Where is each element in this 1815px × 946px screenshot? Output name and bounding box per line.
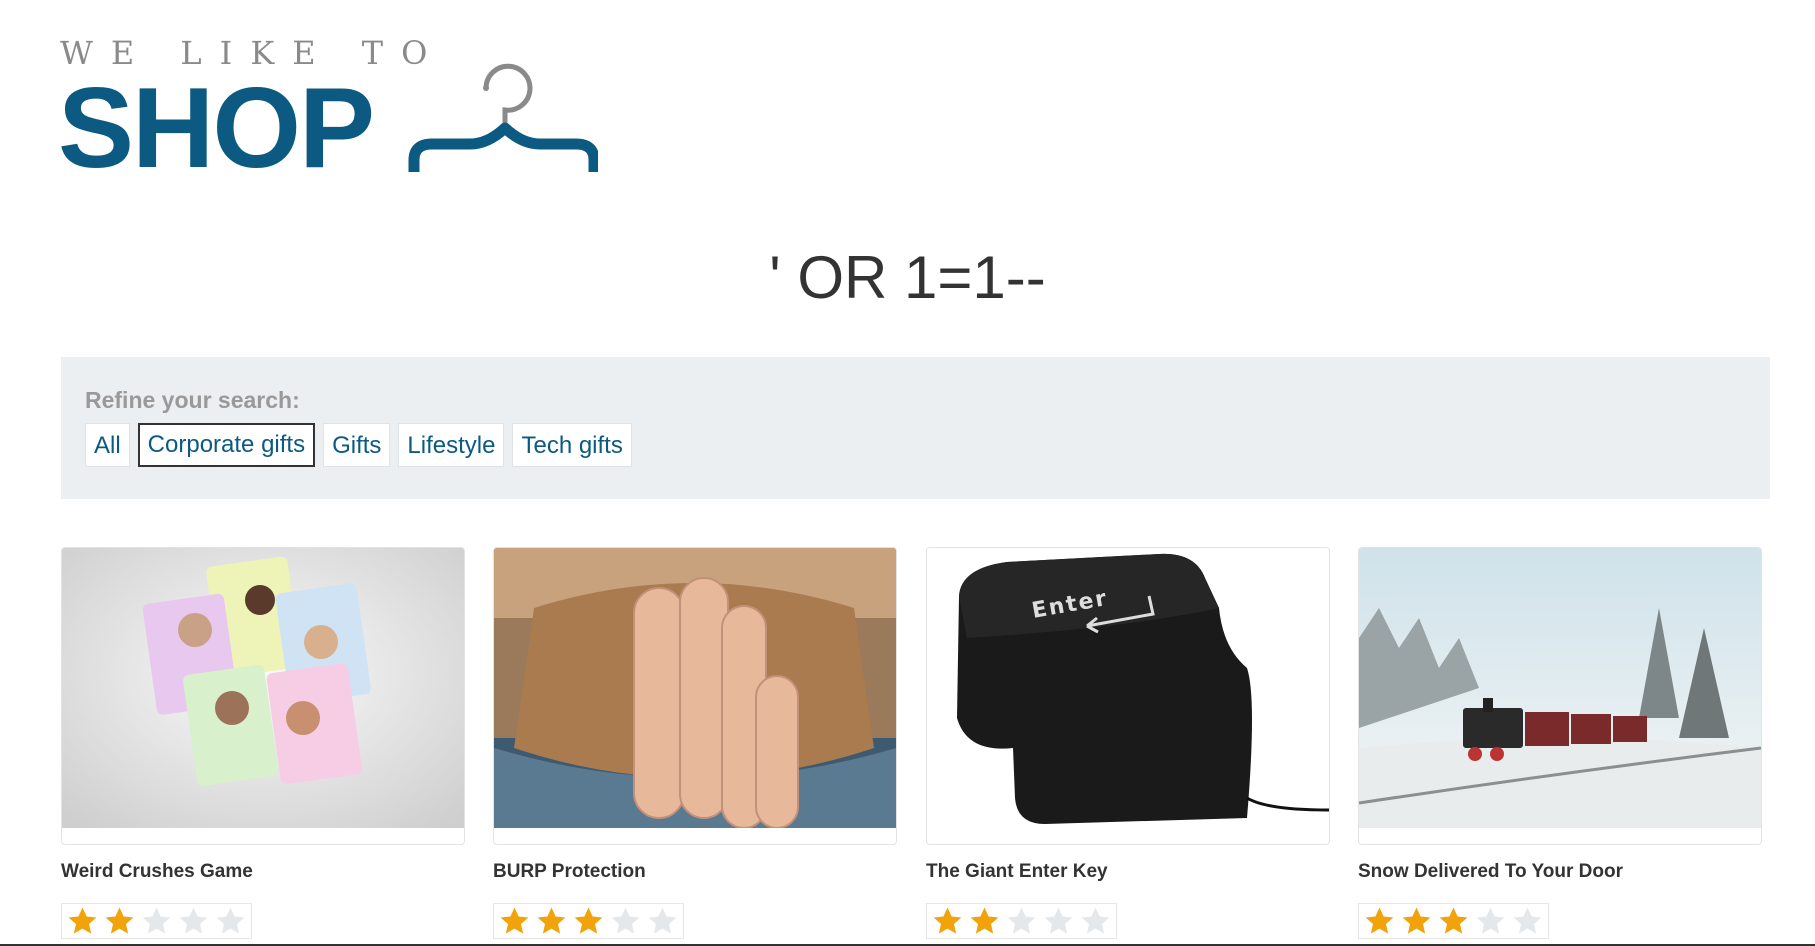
product-title[interactable]: BURP Protection [493,861,646,883]
filter-panel: Refine your search: All Corporate gifts … [61,357,1770,499]
hand-over-mouth-image [494,548,896,828]
star-filled-icon [1439,907,1468,934]
category-filter-list: All Corporate gifts Gifts Lifestyle Tech… [85,423,632,467]
product-title[interactable]: The Giant Enter Key [926,861,1108,883]
star-empty-icon [1513,907,1542,934]
star-rating [61,903,252,939]
star-filled-icon [1402,907,1431,934]
star-empty-icon [611,907,640,934]
product-image[interactable] [1358,547,1762,845]
logo-wordmark: SHOP [58,65,375,192]
product-title[interactable]: Weird Crushes Game [61,861,253,883]
star-rating [493,903,684,939]
product-image[interactable]: Enter [926,547,1330,845]
filter-gifts[interactable]: Gifts [323,423,391,467]
star-filled-icon [500,907,529,934]
star-filled-icon [970,907,999,934]
snowy-train-image [1359,548,1761,828]
star-empty-icon [179,907,208,934]
product-image[interactable] [61,547,465,845]
star-empty-icon [216,907,245,934]
filter-label: Refine your search: [85,387,300,413]
star-filled-icon [68,907,97,934]
filter-tech-gifts[interactable]: Tech gifts [512,423,632,467]
star-empty-icon [1007,907,1036,934]
star-filled-icon [105,907,134,934]
filter-all[interactable]: All [85,423,130,467]
star-filled-icon [574,907,603,934]
star-filled-icon [537,907,566,934]
star-empty-icon [1081,907,1110,934]
logo[interactable]: WE LIKE TO SHOP [58,34,598,186]
playing-cards-image [62,548,464,828]
star-empty-icon [648,907,677,934]
filter-corporate-gifts[interactable]: Corporate gifts [137,423,316,467]
search-results-heading: ' OR 1=1-- [769,244,1046,311]
star-empty-icon [142,907,171,934]
product-title[interactable]: Snow Delivered To Your Door [1358,861,1623,883]
star-filled-icon [1365,907,1394,934]
star-empty-icon [1044,907,1073,934]
hanger-icon [408,63,598,172]
star-filled-icon [933,907,962,934]
star-empty-icon [1476,907,1505,934]
star-rating [1358,903,1549,939]
product-image[interactable] [493,547,897,845]
filter-lifestyle[interactable]: Lifestyle [398,423,505,467]
star-rating [926,903,1117,939]
giant-enter-key-image: Enter [927,548,1329,828]
